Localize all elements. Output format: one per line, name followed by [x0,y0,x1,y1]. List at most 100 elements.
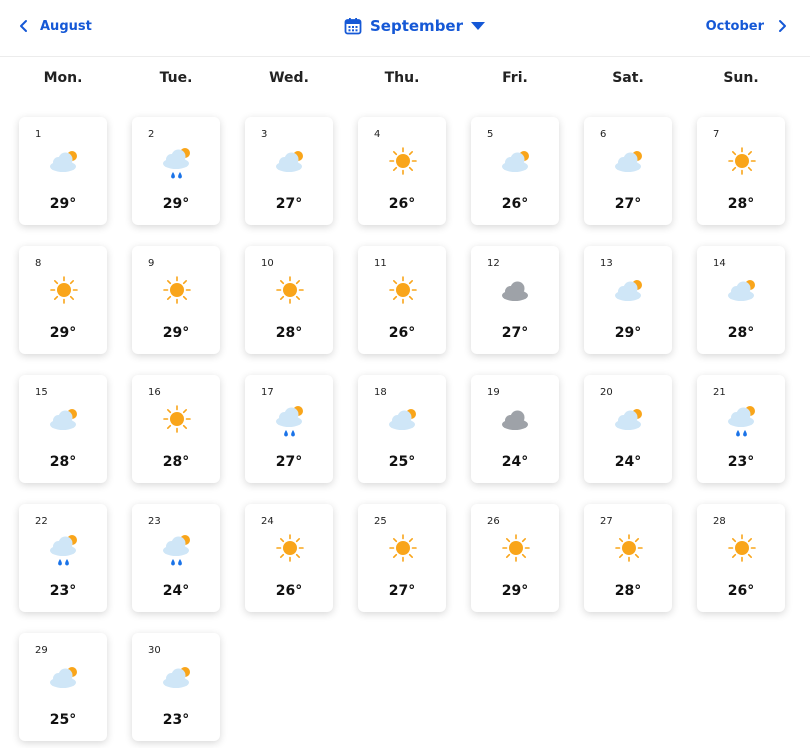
day-number: 25 [374,516,387,527]
day-temperature: 23° [727,454,755,470]
sun-icon [389,147,417,175]
day-number: 12 [487,258,500,269]
month-selector[interactable]: September [344,13,485,39]
sun-icon [50,276,78,304]
day-card[interactable]: 2 29° [132,117,220,225]
sun-icon [389,276,417,304]
day-number: 8 [35,258,42,269]
day-temperature: 29° [49,325,77,341]
day-card[interactable]: 27 28° [584,504,672,612]
caret-down-icon [471,22,485,30]
previous-month-link[interactable]: August [18,14,92,38]
day-card[interactable]: 17 27° [245,375,333,483]
chevron-right-icon [779,20,786,32]
day-number: 3 [261,129,268,140]
day-card[interactable]: 29 25° [19,633,107,741]
partly-cloudy-icon [276,151,303,172]
day-card[interactable]: 7 28° [697,117,785,225]
day-temperature: 28° [727,196,755,212]
partly-cloudy-icon [50,409,77,430]
day-card[interactable]: 24 26° [245,504,333,612]
day-number: 26 [487,516,500,527]
day-number: 11 [374,258,387,269]
day-number: 23 [148,516,161,527]
day-card[interactable]: 22 23° [19,504,107,612]
day-card[interactable]: 3 27° [245,117,333,225]
day-card[interactable]: 8 29° [19,246,107,354]
day-number: 24 [261,516,274,527]
day-number: 15 [35,387,48,398]
partly-cloudy-rain-icon [50,535,77,566]
weekday-header-row: Mon. Tue. Wed. Thu. Fri. Sat. Sun. [0,70,810,96]
weekday-label: Fri. [502,70,528,86]
weekday-label: Sat. [612,70,644,86]
day-temperature: 27° [388,583,416,599]
day-temperature: 26° [501,196,529,212]
day-card[interactable]: 6 27° [584,117,672,225]
day-card[interactable]: 26 29° [471,504,559,612]
day-temperature: 29° [501,583,529,599]
day-card[interactable]: 20 24° [584,375,672,483]
day-card[interactable]: 30 23° [132,633,220,741]
day-temperature: 27° [614,196,642,212]
day-card[interactable]: 18 25° [358,375,446,483]
partly-cloudy-icon [615,151,642,172]
day-card[interactable]: 28 26° [697,504,785,612]
partly-cloudy-icon [615,280,642,301]
partly-cloudy-icon [389,409,416,430]
day-card[interactable]: 5 26° [471,117,559,225]
cloud-icon [502,281,528,301]
day-number: 10 [261,258,274,269]
day-card[interactable]: 13 29° [584,246,672,354]
day-card[interactable]: 12 27° [471,246,559,354]
day-temperature: 26° [388,196,416,212]
weekday-label: Tue. [159,70,193,86]
day-card[interactable]: 25 27° [358,504,446,612]
sun-icon [615,534,643,562]
day-card[interactable]: 11 26° [358,246,446,354]
day-number: 17 [261,387,274,398]
weekday-label: Sun. [723,70,759,86]
day-number: 13 [600,258,613,269]
day-number: 21 [713,387,726,398]
weekday-label: Wed. [269,70,309,86]
day-number: 14 [713,258,726,269]
day-temperature: 28° [275,325,303,341]
day-number: 1 [35,129,42,140]
day-card[interactable]: 16 28° [132,375,220,483]
day-card[interactable]: 15 28° [19,375,107,483]
day-number: 9 [148,258,155,269]
day-temperature: 24° [162,583,190,599]
day-temperature: 29° [49,196,77,212]
day-temperature: 27° [275,454,303,470]
day-card[interactable]: 14 28° [697,246,785,354]
sun-icon [728,147,756,175]
day-number: 29 [35,645,48,656]
day-number: 6 [600,129,607,140]
day-temperature: 26° [275,583,303,599]
day-temperature: 26° [727,583,755,599]
next-month-link[interactable]: October [706,14,788,38]
partly-cloudy-rain-icon [728,406,755,437]
sun-icon [276,534,304,562]
day-number: 2 [148,129,155,140]
day-number: 30 [148,645,161,656]
day-number: 19 [487,387,500,398]
sun-icon [163,405,191,433]
day-card[interactable]: 23 24° [132,504,220,612]
day-card[interactable]: 19 24° [471,375,559,483]
day-number: 5 [487,129,494,140]
partly-cloudy-rain-icon [163,148,190,179]
day-card[interactable]: 9 29° [132,246,220,354]
day-number: 28 [713,516,726,527]
day-card[interactable]: 21 23° [697,375,785,483]
day-card[interactable]: 10 28° [245,246,333,354]
day-number: 16 [148,387,161,398]
weekday-label: Mon. [43,70,83,86]
sun-icon [728,534,756,562]
day-card[interactable]: 1 29° [19,117,107,225]
day-card[interactable]: 4 26° [358,117,446,225]
partly-cloudy-icon [502,151,529,172]
day-temperature: 25° [49,712,77,728]
sun-icon [502,534,530,562]
